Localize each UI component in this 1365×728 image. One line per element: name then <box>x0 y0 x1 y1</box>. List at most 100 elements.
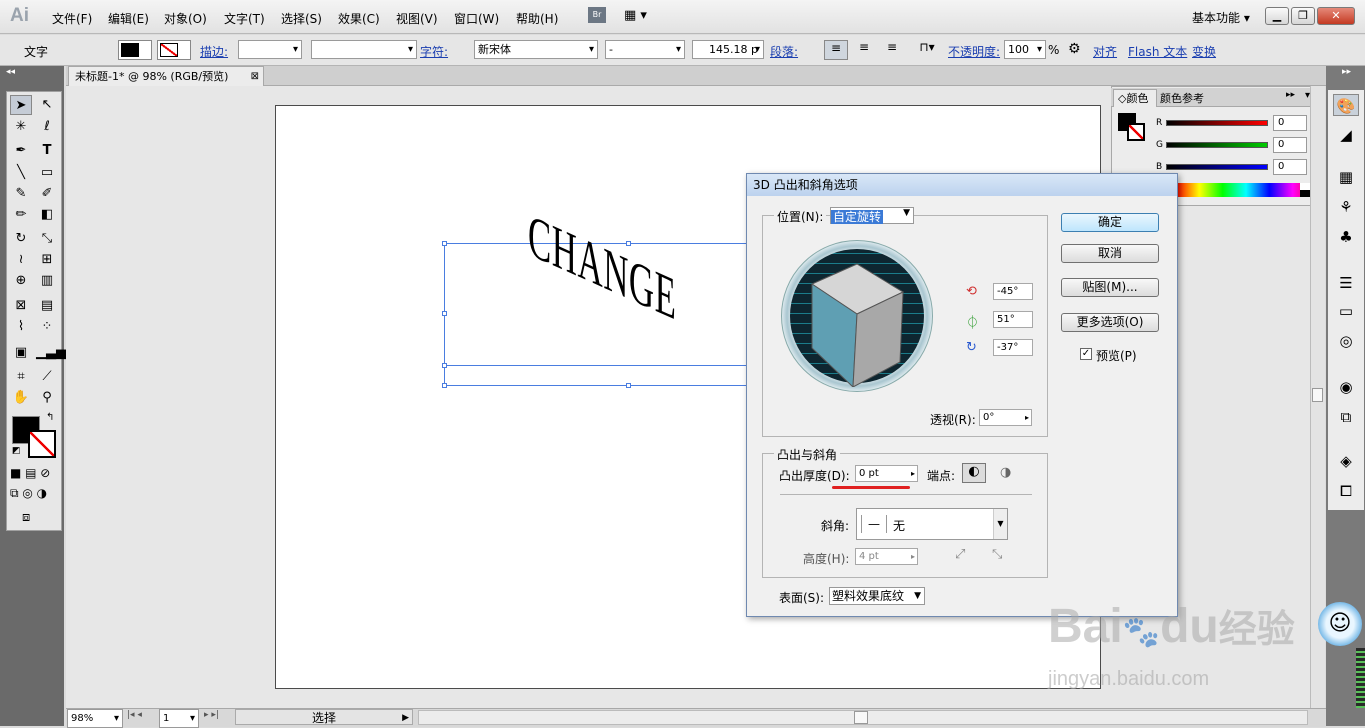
document-tab[interactable]: 未标题-1* @ 98% (RGB/预览) ⊠ <box>68 66 264 86</box>
collapse-icon[interactable]: ◂◂ <box>6 67 15 77</box>
g-value[interactable]: 0 <box>1273 137 1307 153</box>
stroke-link[interactable]: 描边: <box>200 43 228 60</box>
menu-view[interactable]: 视图(V) <box>396 10 438 27</box>
zoom-dropdown[interactable]: 98% <box>67 709 123 728</box>
transform-link[interactable]: 变换 <box>1192 43 1216 60</box>
zoom-tool-icon[interactable]: ⚲ <box>36 388 58 408</box>
symbol-sprayer-tool-icon[interactable]: ▣ <box>10 343 32 363</box>
layers-icon[interactable]: ◈ <box>1333 450 1359 472</box>
rotate-z-input[interactable]: -37° <box>993 339 1033 356</box>
tab-color[interactable]: ◇颜色 <box>1113 89 1157 107</box>
ok-button[interactable]: 确定 <box>1061 213 1159 232</box>
opacity-input[interactable]: 100 <box>1004 40 1046 59</box>
pencil-tool-icon[interactable]: ✏ <box>10 205 32 225</box>
brushes-icon[interactable]: ⚘ <box>1333 196 1359 218</box>
swap-colors-icon[interactable]: ↰ <box>46 412 54 423</box>
default-colors-icon[interactable]: ◩ <box>12 446 21 456</box>
expand-panels-icon[interactable]: ▸▸ <box>1342 67 1351 77</box>
color-guide-icon[interactable]: ◢ <box>1333 124 1359 146</box>
transparency-icon[interactable]: ◎ <box>1333 330 1359 352</box>
eraser-tool-icon[interactable]: ◧ <box>36 205 58 225</box>
r-value[interactable]: 0 <box>1273 115 1307 131</box>
stroke-panel-icon[interactable]: ☰ <box>1333 272 1359 294</box>
cap-off-icon[interactable]: ◑ <box>1000 465 1011 480</box>
artboard-number-dropdown[interactable]: 1 <box>159 709 199 728</box>
menu-type[interactable]: 文字(T) <box>224 10 265 27</box>
hand-tool-icon[interactable]: ✋ <box>10 388 32 408</box>
gradient-panel-icon[interactable]: ▭ <box>1333 300 1359 322</box>
position-dropdown[interactable]: 自定旋转 ▼ <box>830 207 914 224</box>
g-slider[interactable] <box>1166 142 1268 148</box>
shape-builder-tool-icon[interactable]: ⊕ <box>10 271 32 291</box>
status-mode[interactable]: 选择 ▶ <box>235 709 413 725</box>
appearance-icon[interactable]: ◉ <box>1333 376 1359 398</box>
bridge-button[interactable]: Br <box>588 7 606 23</box>
menu-file[interactable]: 文件(F) <box>52 10 92 27</box>
stroke-weight-dropdown[interactable] <box>238 40 302 59</box>
fill-swatch[interactable] <box>118 40 152 60</box>
perspective-grid-tool-icon[interactable]: ▥ <box>36 271 58 291</box>
handle-middle-left[interactable] <box>442 311 447 316</box>
horizontal-scroll-thumb[interactable] <box>854 711 868 724</box>
panel-stroke-swatch[interactable] <box>1127 123 1145 141</box>
restore-button[interactable]: ❐ <box>1291 7 1315 25</box>
warp-tool-icon[interactable]: ≀ <box>10 250 32 270</box>
more-options-button[interactable]: 更多选项(O) <box>1061 313 1159 332</box>
align-link[interactable]: 对齐 <box>1093 43 1117 60</box>
assistant-mascot-icon[interactable]: ☺ <box>1318 602 1362 646</box>
align-center-icon[interactable]: ≡ <box>852 40 876 60</box>
direct-selection-tool-icon[interactable]: ↖ <box>36 95 58 115</box>
cube-preview[interactable] <box>805 262 910 387</box>
swatches-icon[interactable]: ▦ <box>1333 166 1359 188</box>
lasso-tool-icon[interactable]: ℓ <box>36 117 58 137</box>
vertical-scroll-thumb[interactable] <box>1312 388 1323 402</box>
close-button[interactable]: ✕ <box>1317 7 1355 25</box>
mesh-tool-icon[interactable]: ⊠ <box>10 296 32 316</box>
paragraph-link[interactable]: 段落: <box>770 43 798 60</box>
handle-baseline-left[interactable] <box>442 363 447 368</box>
color-panel-icon[interactable]: 🎨 <box>1333 94 1359 116</box>
handle-bottom-center[interactable] <box>626 383 631 388</box>
menu-object[interactable]: 对象(O) <box>164 10 207 27</box>
panel-collapse-icon[interactable]: ▸▸ <box>1286 90 1295 100</box>
font-size-dropdown[interactable]: 145.18 p <box>692 40 764 59</box>
flash-text-link[interactable]: Flash 文本 <box>1128 43 1187 60</box>
cancel-button[interactable]: 取消 <box>1061 244 1159 263</box>
cap-on-icon[interactable]: ◐ <box>962 463 986 483</box>
minimize-button[interactable]: ▁ <box>1265 7 1289 25</box>
handle-top-left[interactable] <box>442 241 447 246</box>
color-mode-icons[interactable]: ■ ▤ ⊘ <box>10 466 50 480</box>
tab-color-guide[interactable]: 颜色参考 <box>1160 90 1204 106</box>
align-right-icon[interactable]: ≡ <box>880 40 904 60</box>
perspective-input[interactable]: 0° ▸ <box>979 409 1032 426</box>
line-tool-icon[interactable]: ╲ <box>10 163 32 183</box>
stroke-swatch[interactable] <box>157 40 191 60</box>
pen-tool-icon[interactable]: ✒ <box>10 141 32 161</box>
map-art-button[interactable]: 贴图(M)... <box>1061 278 1159 297</box>
menu-window[interactable]: 窗口(W) <box>454 10 499 27</box>
stroke-color-icon[interactable] <box>28 430 56 458</box>
eyedropper-tool-icon[interactable]: ⌇ <box>10 317 32 337</box>
handle-bottom-left[interactable] <box>442 383 447 388</box>
bevel-dropdown[interactable]: — 无 ▼ <box>856 508 1008 540</box>
rotate-y-input[interactable]: 51° <box>993 311 1033 328</box>
free-transform-tool-icon[interactable]: ⊞ <box>36 250 58 270</box>
graphic-styles-icon[interactable]: ⧉ <box>1333 406 1359 428</box>
rotate-x-input[interactable]: -45° <box>993 283 1033 300</box>
rotate-tool-icon[interactable]: ↻ <box>10 229 32 249</box>
b-value[interactable]: 0 <box>1273 159 1307 175</box>
selection-tool-icon[interactable]: ➤ <box>10 95 32 115</box>
screen-mode-icon[interactable]: ⧈ <box>22 510 30 525</box>
menu-edit[interactable]: 编辑(E) <box>108 10 149 27</box>
draw-mode-icons[interactable]: ⧉ ◎ ◑ <box>10 486 47 501</box>
artboards-icon[interactable]: ⧠ <box>1333 480 1359 502</box>
gradient-tool-icon[interactable]: ▤ <box>36 296 58 316</box>
brush-dropdown[interactable] <box>311 40 417 59</box>
first-artboard-icon[interactable]: |◂ ◂ <box>127 710 142 720</box>
blend-tool-icon[interactable]: ⁘ <box>36 317 58 337</box>
last-artboard-icon[interactable]: ▸ ▸| <box>204 710 219 720</box>
symbols-icon[interactable]: ♣ <box>1333 226 1359 248</box>
depth-input[interactable]: 0 pt ▸ <box>855 465 918 482</box>
close-tab-icon[interactable]: ⊠ <box>251 67 259 86</box>
menu-effect[interactable]: 效果(C) <box>338 10 380 27</box>
